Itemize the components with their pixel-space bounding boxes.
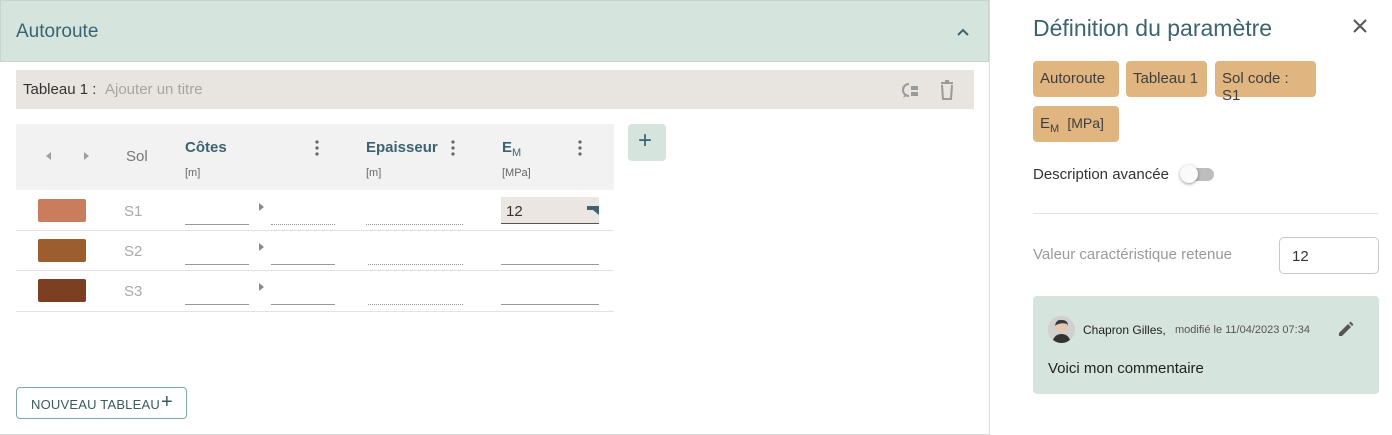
- tables-panel: Autoroute Tableau 1 : Ajouter un titre S…: [0, 0, 990, 435]
- comment-card: Chapron Gilles, modifié le 11/04/2023 07…: [1033, 296, 1379, 394]
- arrow-right-icon[interactable]: [259, 243, 264, 251]
- soil-color-swatch[interactable]: [38, 279, 86, 302]
- comment-modified: modifié le 11/04/2023 07:34: [1175, 324, 1310, 336]
- soil-color-swatch[interactable]: [38, 199, 86, 222]
- panel-title: Définition du paramètre: [1033, 15, 1273, 41]
- avatar-image: [1048, 316, 1075, 343]
- table-title-bar: Tableau 1 : Ajouter un titre: [16, 70, 974, 109]
- arrow-right-icon[interactable]: [259, 283, 264, 291]
- cote-bottom-field[interactable]: [271, 264, 335, 265]
- column-name: Epaisseur: [366, 139, 438, 156]
- epaisseur-field[interactable]: [368, 304, 463, 305]
- app-root: Autoroute Tableau 1 : Ajouter un titre S…: [0, 0, 1392, 435]
- value-label: Valeur caractéristique retenue: [1033, 246, 1232, 263]
- kebab-icon[interactable]: [578, 140, 582, 156]
- parameter-panel: Définition du paramètre Autoroute Tablea…: [1010, 0, 1392, 435]
- table-row: S2: [16, 231, 614, 271]
- arrow-right-icon[interactable]: [259, 203, 264, 211]
- advanced-description-label: Description avancée: [1033, 166, 1169, 183]
- chevron-up-icon[interactable]: [954, 23, 972, 41]
- param-symbol: E: [1040, 115, 1051, 132]
- divider: [1033, 213, 1378, 214]
- epaisseur-field[interactable]: [368, 264, 463, 265]
- epaisseur-field[interactable]: [366, 224, 463, 225]
- column-unit: [MPa]: [502, 167, 531, 179]
- new-table-button[interactable]: NOUVEAU TABLEAU +: [16, 387, 187, 419]
- table-label: Tableau 1 :: [23, 81, 97, 98]
- column-header-epaisseur: Epaisseur [m]: [366, 124, 466, 190]
- em-input[interactable]: [501, 264, 599, 265]
- arrow-right-icon[interactable]: [82, 151, 90, 161]
- cote-top-field[interactable]: [185, 304, 249, 305]
- column-header-em: EM [MPa]: [502, 124, 602, 190]
- value-input[interactable]: 12: [1279, 237, 1379, 274]
- table-row: S1 12: [16, 191, 614, 231]
- table-header: Sol Côtes [m] Epaisseur [m] EM [MPa]: [16, 124, 614, 190]
- close-icon[interactable]: [1352, 18, 1368, 34]
- column-name: Côtes: [185, 139, 227, 156]
- soil-name: S3: [124, 283, 143, 300]
- em-value: 12: [506, 203, 523, 220]
- comment-author: Chapron Gilles,: [1083, 323, 1166, 337]
- plus-icon: +: [638, 127, 653, 154]
- arrow-left-icon[interactable]: [45, 151, 53, 161]
- comment-icon[interactable]: [899, 79, 921, 101]
- add-column-button[interactable]: +: [628, 124, 666, 161]
- toggle-knob: [1180, 165, 1198, 183]
- param-subscript: M: [1050, 123, 1060, 135]
- soil-name: S2: [124, 243, 143, 260]
- soil-color-swatch[interactable]: [38, 239, 86, 262]
- table-title-input[interactable]: Ajouter un titre: [105, 81, 203, 98]
- edit-icon[interactable]: [1337, 320, 1355, 338]
- param-unit: [MPa]: [1067, 115, 1104, 131]
- chip-soil-code: Sol code : S1: [1215, 61, 1316, 104]
- cote-bottom-field[interactable]: [271, 224, 335, 225]
- column-name: EM: [502, 139, 522, 159]
- chip-table: Tableau 1: [1126, 61, 1207, 97]
- kebab-icon[interactable]: [451, 140, 455, 156]
- comment-text: Voici mon commentaire: [1048, 360, 1204, 377]
- chip-parameter: EM [MPa]: [1033, 106, 1119, 142]
- kebab-icon[interactable]: [315, 140, 319, 156]
- chip-section: Autoroute: [1033, 61, 1119, 97]
- soil-name: S1: [124, 203, 143, 220]
- cote-top-field[interactable]: [185, 224, 249, 225]
- plus-icon: +: [161, 391, 173, 413]
- column-header-sol: Sol: [126, 148, 148, 165]
- cote-bottom-field[interactable]: [271, 304, 335, 305]
- column-header-cotes: Côtes [m]: [185, 124, 335, 190]
- advanced-description-toggle[interactable]: [1180, 165, 1216, 183]
- flag-icon: [587, 206, 599, 215]
- section-header[interactable]: Autoroute: [0, 0, 989, 62]
- trash-icon[interactable]: [936, 79, 958, 101]
- column-unit: [m]: [366, 167, 382, 179]
- new-table-label: NOUVEAU TABLEAU: [31, 397, 160, 412]
- column-unit: [m]: [185, 167, 201, 179]
- section-title: Autoroute: [16, 21, 99, 42]
- cote-top-field[interactable]: [185, 264, 249, 265]
- em-input[interactable]: [501, 304, 599, 305]
- avatar: [1048, 316, 1075, 343]
- em-input[interactable]: 12: [501, 197, 599, 224]
- table-row: S3: [16, 271, 614, 312]
